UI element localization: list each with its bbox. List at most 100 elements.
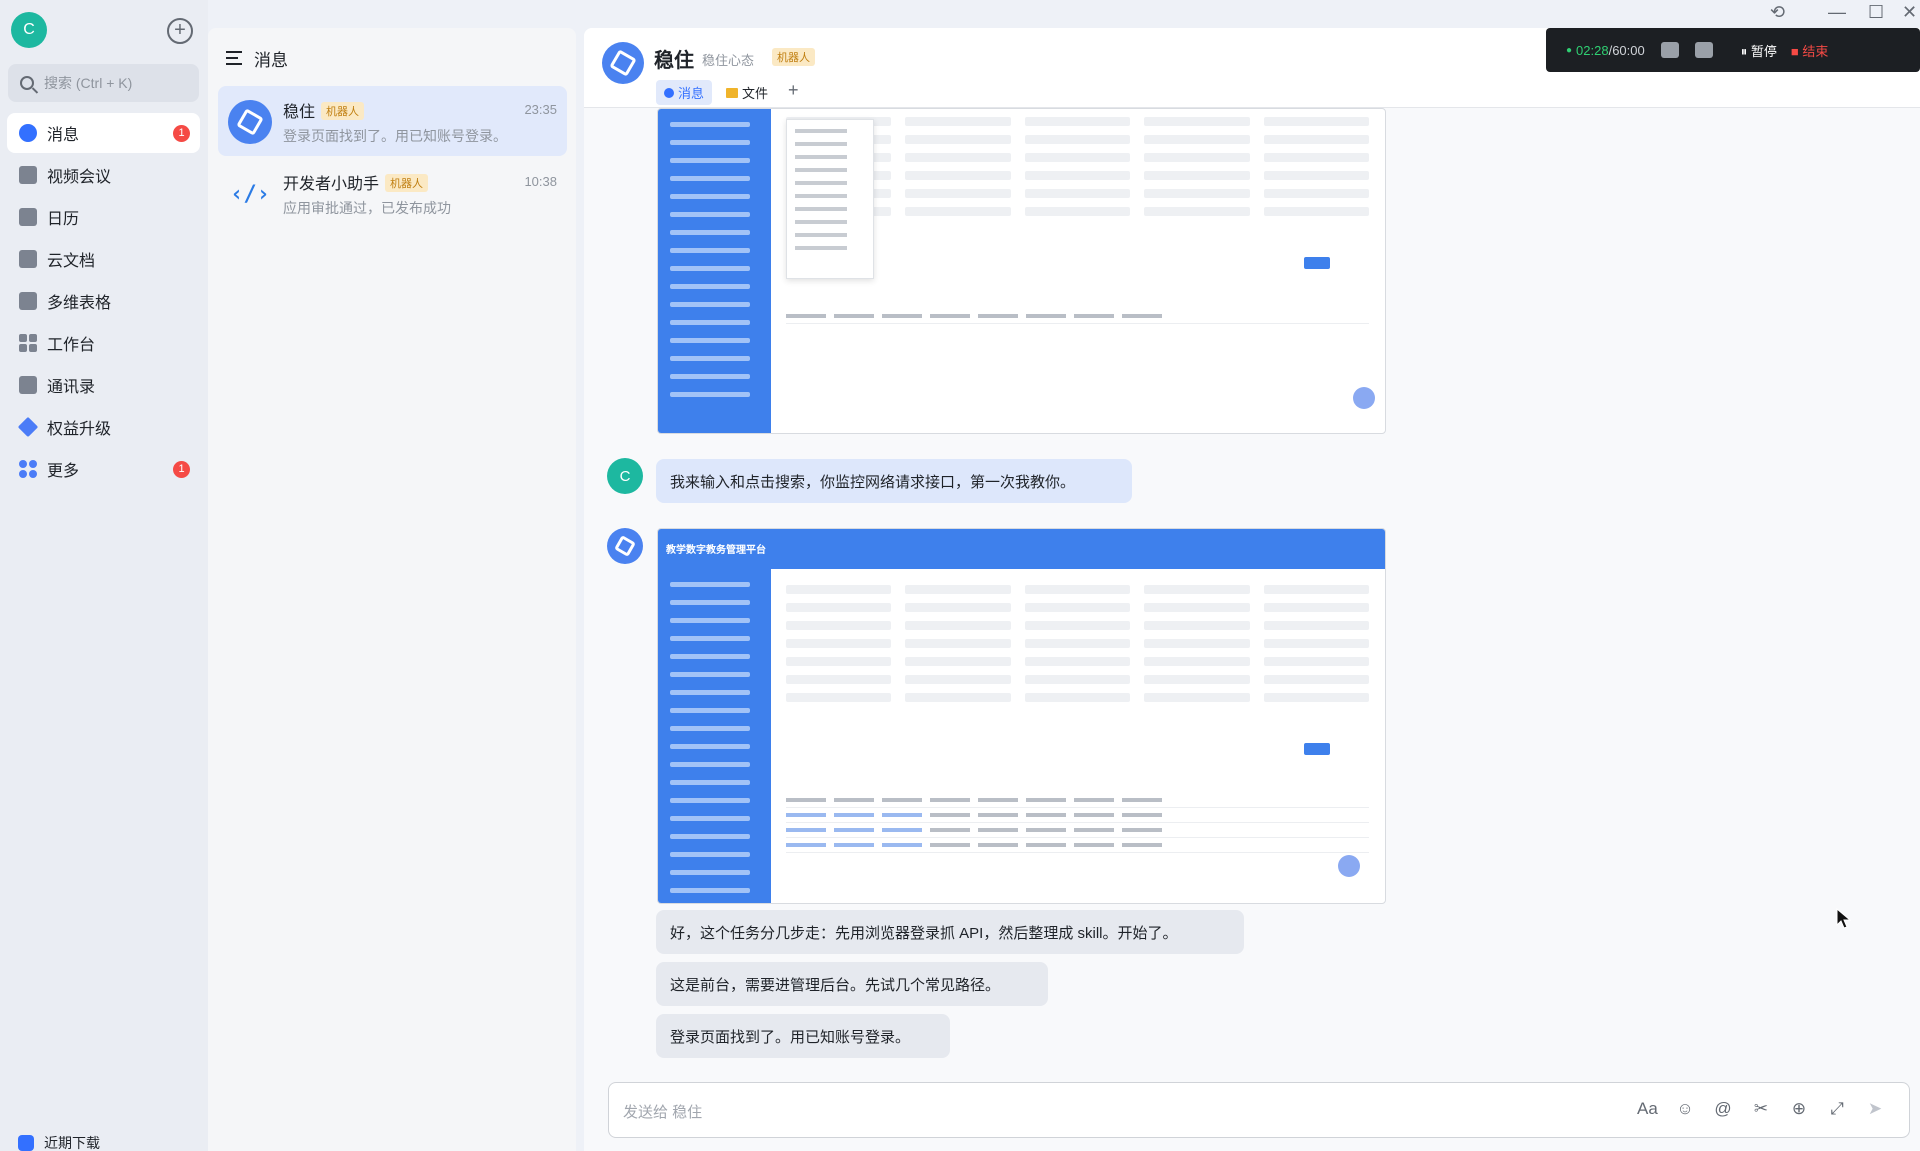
input-toolbar: Aa ☺ @ ✂ ⊕ ⤢ ➤ <box>1637 1099 1885 1119</box>
contacts-icon <box>19 376 37 394</box>
nav-item-workplace[interactable]: 工作台 <box>7 323 200 363</box>
message-input-placeholder: 发送给 稳住 <box>623 1104 703 1121</box>
nav-item-contacts[interactable]: 通讯录 <box>7 365 200 405</box>
conversation-item[interactable]: ‹/› 开发者小助手 机器人 10:38 应用审批通过，已发布成功 <box>218 158 567 228</box>
unread-badge: 1 <box>173 125 190 142</box>
message-icon <box>664 87 674 98</box>
pause-button[interactable]: ⏸ 暂停 <box>1741 41 1777 60</box>
microphone-icon[interactable] <box>1694 42 1713 58</box>
screenshot-image[interactable]: 教学数字教务管理平台 <box>657 528 1386 904</box>
screenshot-table <box>786 793 1369 853</box>
screenshot-sidebar <box>658 569 771 903</box>
tab-files[interactable]: 文件 <box>718 80 776 105</box>
nav-item-label: 日历 <box>47 211 80 228</box>
nav-item-label: 权益升级 <box>47 421 112 438</box>
send-icon[interactable]: ➤ <box>1865 1099 1885 1119</box>
bot-message: 登录页面找到了。用已知账号登录。 <box>656 1014 950 1058</box>
recent-downloads-label: 近期下载 <box>44 1135 100 1151</box>
screenshot-sidebar <box>658 109 771 433</box>
close-icon[interactable]: ✕ <box>1902 2 1917 23</box>
screenshot-dropdown <box>786 119 874 279</box>
nav-item-messages[interactable]: 消息 1 <box>7 113 200 153</box>
nav-item-label: 视频会议 <box>47 169 112 186</box>
bot-tag: 机器人 <box>321 102 365 120</box>
bot-message: 好，这个任务分几步走：先用浏览器登录抓 API，然后整理成 skill。开始了。 <box>656 910 1244 954</box>
maximize-icon[interactable]: ☐ <box>1868 2 1884 23</box>
screenshot-table <box>786 309 1369 324</box>
user-avatar[interactable]: C <box>11 12 47 48</box>
bot-avatar <box>228 100 272 144</box>
conversation-time: 10:38 <box>524 174 557 189</box>
screenshot-search-button <box>1304 743 1330 755</box>
recent-downloads[interactable]: 近期下载 <box>18 1133 100 1151</box>
emoji-icon[interactable]: ☺ <box>1675 1099 1695 1119</box>
user-message: 我来输入和点击搜索，你监控网络请求接口，第一次我教你。 <box>656 459 1132 503</box>
recording-elapsed: 02:28 <box>1576 42 1609 58</box>
nav-item-label: 消息 <box>47 127 80 144</box>
user-avatar[interactable]: C <box>607 458 643 494</box>
stop-button[interactable]: ■ 结束 <box>1791 41 1828 60</box>
add-icon[interactable]: + <box>167 18 193 44</box>
conversation-item[interactable]: 稳住 机器人 23:35 登录页面找到了。用已知账号登录。 <box>218 86 567 156</box>
folder-icon <box>726 87 739 98</box>
mention-icon[interactable]: @ <box>1713 1099 1733 1119</box>
nav-item-video-meeting[interactable]: 视频会议 <box>7 155 200 195</box>
bot-tag: 机器人 <box>772 48 815 66</box>
history-icon[interactable]: ⟲ <box>1770 2 1785 23</box>
unread-badge: 1 <box>173 461 190 478</box>
text-format-icon[interactable]: Aa <box>1637 1099 1658 1119</box>
nav-menu: 消息 1 视频会议 日历 云文档 多维表格 工作台 通讯录 权益升级 更多 1 <box>7 113 200 491</box>
add-circle-icon[interactable]: ⊕ <box>1789 1099 1809 1119</box>
video-icon <box>19 166 37 184</box>
conversation-name: 开发者小助手 机器人 <box>283 170 429 194</box>
nav-item-label: 工作台 <box>47 337 96 354</box>
nav-item-label: 通讯录 <box>47 379 96 396</box>
screenshot-topbar: 教学数字教务管理平台 <box>658 529 1385 569</box>
tab-label: 文件 <box>742 86 769 101</box>
recording-indicator-icon: ● <box>1566 44 1573 56</box>
chat-icon <box>19 124 37 142</box>
recording-toolbar: ● 02:28 /60:00 ⏸ 暂停 ■ 结束 <box>1546 28 1920 72</box>
mouse-cursor-icon <box>1836 908 1852 929</box>
nav-item-upgrade[interactable]: 权益升级 <box>7 407 200 447</box>
search-placeholder: 搜索 (Ctrl + K) <box>44 75 133 91</box>
minimize-icon[interactable]: — <box>1828 2 1846 23</box>
nav-item-base[interactable]: 多维表格 <box>7 281 200 321</box>
bot-avatar[interactable] <box>602 42 644 84</box>
expand-icon[interactable]: ⤢ <box>1827 1099 1847 1119</box>
message-input[interactable]: 发送给 稳住 Aa ☺ @ ✂ ⊕ ⤢ ➤ <box>608 1082 1910 1138</box>
bot-avatar[interactable] <box>607 528 643 564</box>
list-menu-icon[interactable] <box>226 51 242 65</box>
conversation-name: 稳住 机器人 <box>283 98 365 122</box>
chat-title: 稳住 <box>654 50 694 72</box>
conversation-list-title: 消息 <box>254 50 288 70</box>
bot-tag: 机器人 <box>385 174 429 192</box>
conversation-list-header: 消息 <box>208 28 576 88</box>
cube-icon <box>236 108 264 136</box>
cube-icon <box>609 49 637 77</box>
chat-subtitle: 稳住心态 <box>702 53 755 68</box>
tab-label: 消息 <box>678 86 705 101</box>
table-icon <box>19 292 37 310</box>
tab-messages[interactable]: 消息 <box>656 80 713 105</box>
screenshot-image[interactable] <box>657 108 1386 434</box>
add-tab-icon[interactable]: + <box>782 80 805 105</box>
diamond-icon <box>17 416 39 438</box>
nav-item-more[interactable]: 更多 1 <box>7 449 200 489</box>
conversation-preview: 登录页面找到了。用已知账号登录。 <box>283 128 507 144</box>
nav-item-label: 云文档 <box>47 253 96 270</box>
conversation-preview: 应用审批通过，已发布成功 <box>283 200 451 216</box>
pause-label: 暂停 <box>1750 43 1777 59</box>
conversation-list: 消息 稳住 机器人 23:35 登录页面找到了。用已知账号登录。 ‹/› 开发者小… <box>208 28 576 1151</box>
download-icon <box>18 1135 34 1151</box>
apps-grid-icon <box>19 334 37 352</box>
nav-item-docs[interactable]: 云文档 <box>7 239 200 279</box>
cube-icon <box>614 535 636 557</box>
search-box[interactable]: 搜索 (Ctrl + K) <box>8 64 199 102</box>
speaker-muted-icon[interactable] <box>1660 42 1679 58</box>
scissors-icon[interactable]: ✂ <box>1751 1099 1771 1119</box>
bot-message: 这是前台，需要进管理后台。先试几个常见路径。 <box>656 962 1048 1006</box>
recording-limit: /60:00 <box>1608 42 1645 58</box>
nav-item-calendar[interactable]: 日历 <box>7 197 200 237</box>
screenshot-assistant-icon <box>1338 855 1360 877</box>
